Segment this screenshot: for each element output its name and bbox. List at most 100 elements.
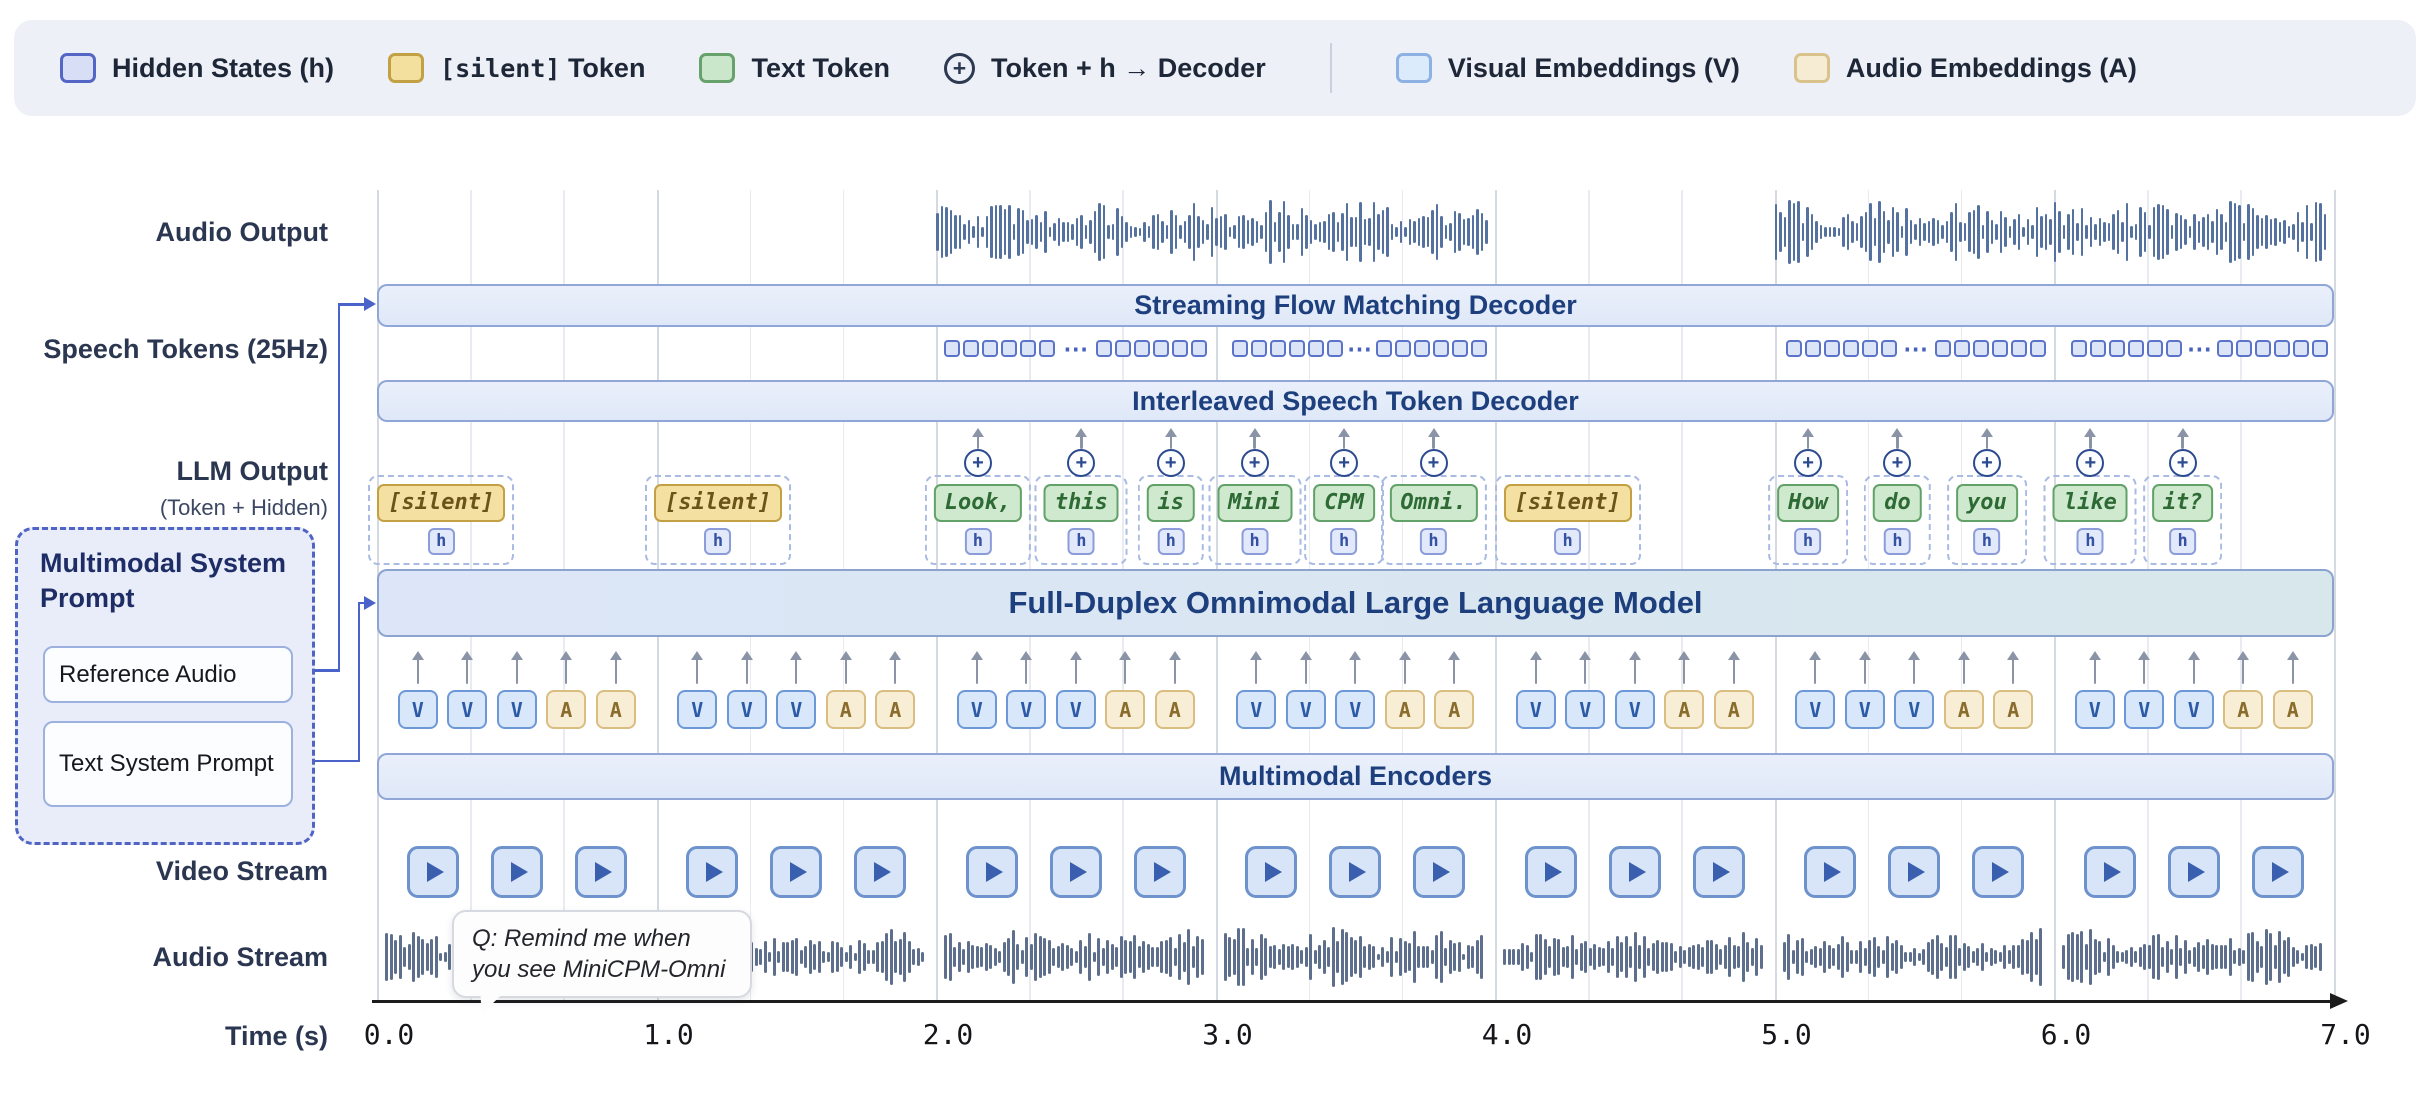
waveform-bar — [1372, 946, 1375, 969]
waveform-bar — [444, 952, 447, 962]
waveform-bar — [1855, 950, 1858, 964]
waveform-bar — [1409, 219, 1412, 245]
play-icon — [874, 862, 891, 882]
speech-token-square — [2109, 340, 2125, 357]
waveform-bar — [1914, 224, 1917, 240]
waveform-bar — [1797, 201, 1800, 264]
waveform-bar — [1269, 946, 1272, 967]
waveform-bar — [1156, 947, 1159, 967]
waveform-bar — [2193, 214, 2196, 249]
hidden-state-box: h — [1157, 528, 1184, 555]
speech-token-square — [963, 340, 979, 357]
waveform-bar — [1318, 945, 1321, 969]
waveform-bar — [1287, 946, 1290, 968]
row-label-video-stream: Video Stream — [0, 855, 328, 887]
waveform-bar — [777, 951, 780, 962]
waveform-bar — [1886, 936, 1889, 979]
waveform-bar — [1480, 935, 1483, 978]
up-arrow-head-icon — [2287, 651, 2299, 660]
up-arrow-head-icon — [1250, 651, 1262, 660]
waveform-bar — [1847, 214, 1850, 250]
up-arrow-head-icon — [1075, 428, 1087, 437]
speech-token-square — [1452, 340, 1468, 357]
waveform-bar — [1160, 941, 1163, 973]
up-arrow-shaft — [1075, 658, 1077, 684]
waveform-bar — [2148, 945, 2151, 968]
waveform-bar — [1309, 934, 1312, 979]
up-arrow-shaft — [1253, 435, 1255, 449]
text-token: do — [1873, 484, 1922, 522]
waveform-bar — [1161, 221, 1164, 243]
speech-token-square — [1039, 340, 1055, 357]
waveform-bar — [1710, 940, 1713, 974]
waveform-bar — [1701, 947, 1704, 967]
up-arrow-head-icon — [511, 651, 523, 660]
user-question-bubble: Q: Remind me when you see MiniCPM-Omni — [452, 910, 752, 998]
waveform-bar — [958, 942, 961, 972]
visual-embedding-box: V — [1236, 690, 1276, 729]
speech-token-square — [1376, 340, 1392, 357]
waveform-bar — [890, 929, 893, 984]
up-arrow-shaft — [2292, 658, 2294, 684]
waveform-bar — [1260, 934, 1263, 979]
waveform-bar — [2045, 214, 2048, 250]
waveform-bar — [971, 945, 974, 969]
waveform-bar — [2121, 222, 2124, 242]
visual-embedding-box: V — [727, 690, 767, 729]
waveform-bar — [2021, 939, 2024, 976]
waveform-bar — [1350, 217, 1353, 247]
waveform-bar — [1665, 942, 1668, 972]
row-label-llm-output-sub: (Token + Hidden) — [0, 492, 328, 524]
text-token-unit: +CPMh — [1259, 428, 1429, 578]
waveform-bar — [2072, 209, 2075, 255]
waveform-bar — [827, 952, 830, 963]
waveform-bar — [2324, 214, 2327, 250]
waveform-bar — [1088, 933, 1091, 982]
streaming-flow-matching-decoder-bar: Streaming Flow Matching Decoder — [377, 284, 2334, 327]
waveform-bar — [2301, 222, 2304, 242]
interleaved-speech-token-decoder-bar: Interleaved Speech Token Decoder — [377, 380, 2334, 422]
waveform-bar — [2283, 220, 2286, 244]
waveform-bar — [2071, 932, 2074, 983]
gridlines-layer — [0, 0, 2430, 1114]
multimodal-encoders-bar: Multimodal Encoders — [377, 753, 2334, 800]
waveform-bar — [1030, 944, 1033, 970]
waveform-bar — [1904, 952, 1907, 961]
waveform-bar — [1175, 215, 1178, 250]
waveform-bar — [1238, 216, 1241, 248]
waveform-bar — [1084, 946, 1087, 968]
speech-token-square — [2128, 340, 2144, 357]
text-token: Look, — [934, 484, 1022, 522]
speech-token-square — [1973, 340, 1989, 357]
waveform-bar — [2009, 226, 2012, 238]
waveform-bar — [2031, 225, 2034, 238]
waveform-bar — [1278, 212, 1281, 251]
waveform-bar — [2243, 223, 2246, 241]
up-arrow-head-icon — [560, 651, 572, 660]
speech-token-square — [1270, 340, 1286, 357]
waveform-bar — [1760, 945, 1763, 969]
waveform-bar — [2188, 950, 2191, 964]
waveform-bar — [2198, 221, 2201, 243]
waveform-bar — [2238, 205, 2241, 259]
text-token: you — [1956, 484, 2018, 522]
ellipsis-dots: ⋯ — [1343, 337, 1375, 361]
waveform-bar — [1102, 948, 1105, 965]
waveform-bar — [1368, 218, 1371, 246]
ref-audio-connector-arrowhead-icon — [364, 297, 376, 311]
time-tick-label: 3.0 — [1202, 1018, 1253, 1051]
waveform-bar — [2008, 950, 2011, 963]
waveform-bar — [954, 215, 957, 248]
waveform-bar — [1067, 222, 1070, 242]
waveform-bar — [2283, 940, 2286, 975]
video-frame-button — [1413, 846, 1465, 898]
speech-token-square — [1172, 340, 1188, 357]
waveform-bar — [1386, 951, 1389, 962]
speech-token-square — [1414, 340, 1430, 357]
time-axis-line — [372, 1000, 2332, 1003]
waveform-bar — [1865, 212, 1868, 253]
waveform-bar — [1079, 940, 1082, 975]
waveform-bar — [1202, 220, 1205, 244]
token-plus-icon: + — [2169, 449, 2197, 477]
waveform-bar — [1683, 950, 1686, 965]
